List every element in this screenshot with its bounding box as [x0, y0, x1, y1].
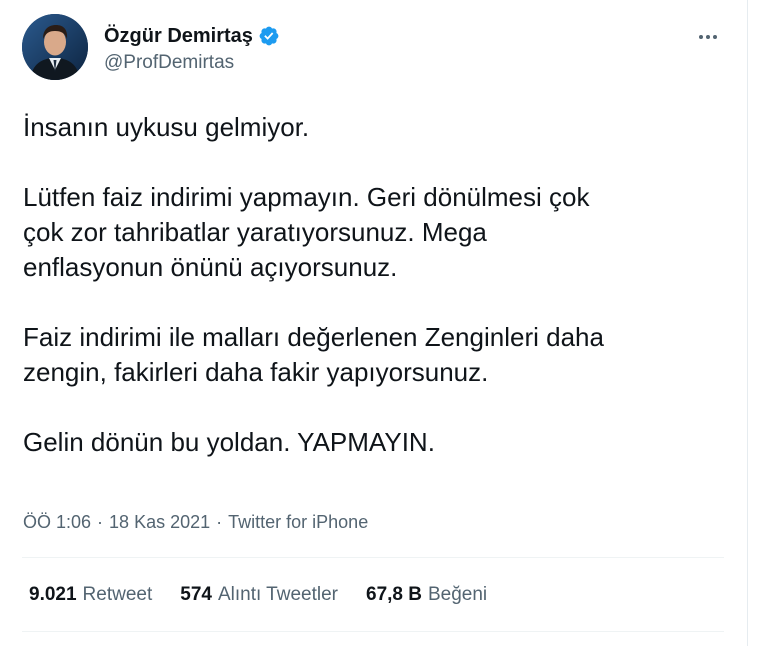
more-options-icon[interactable]: [695, 24, 721, 50]
display-name-row: Özgür Demirtaş: [104, 24, 280, 48]
stat-value: 67,8 B: [366, 584, 422, 605]
avatar[interactable]: [22, 14, 88, 80]
tweet-source[interactable]: Twitter for iPhone: [228, 512, 368, 532]
stat-value: 574: [180, 584, 212, 605]
tweet-text: İnsanın uykusu gelmiyor. Lütfen faiz ind…: [23, 110, 723, 460]
meta-separator: ·: [97, 512, 104, 532]
tweet-line: İnsanın uykusu gelmiyor.: [23, 112, 310, 142]
author-name[interactable]: Özgür Demirtaş: [104, 24, 253, 48]
likes-count[interactable]: 67,8 B Beğeni: [366, 583, 487, 607]
tweet-line: zengin, fakirleri daha fakir yapıyorsunu…: [23, 357, 489, 387]
author-handle[interactable]: @ProfDemirtas: [104, 51, 280, 75]
tweet-line: Gelin dönün bu yoldan. YAPMAYIN.: [23, 427, 435, 457]
tweet-line: çok zor tahribatlar yaratıyorsunuz. Mega: [23, 217, 487, 247]
stat-label: Beğeni: [427, 584, 488, 605]
meta-separator: ·: [216, 512, 223, 532]
panel-border: [747, 0, 748, 646]
tweet-date[interactable]: 18 Kas 2021: [109, 512, 210, 532]
tweet-metadata: ÖÖ 1:06 · 18 Kas 2021 · Twitter for iPhone: [23, 510, 368, 534]
retweet-count[interactable]: 9.021 Retweet: [29, 583, 152, 607]
divider: [22, 557, 724, 558]
stat-label: Retweet: [82, 584, 153, 605]
verified-badge-icon: [258, 25, 280, 47]
tweet-line: Faiz indirimi ile malları değerlenen Zen…: [23, 322, 604, 352]
tweet-line: enflasyonun önünü açıyorsunuz.: [23, 252, 398, 282]
quote-tweets-count[interactable]: 574 Alıntı Tweetler: [180, 583, 338, 607]
author-info[interactable]: Özgür Demirtaş @ProfDemirtas: [104, 24, 280, 75]
tweet-line: Lütfen faiz indirimi yapmayın. Geri dönü…: [23, 182, 590, 212]
stat-value: 9.021: [29, 584, 77, 605]
stat-label: Alıntı Tweetler: [217, 584, 338, 605]
divider: [22, 631, 724, 632]
tweet-stats: 9.021 Retweet 574 Alıntı Tweetler 67,8 B…: [29, 583, 487, 607]
tweet-time[interactable]: ÖÖ 1:06: [23, 512, 91, 532]
tweet-header: Özgür Demirtaş @ProfDemirtas: [22, 14, 727, 86]
